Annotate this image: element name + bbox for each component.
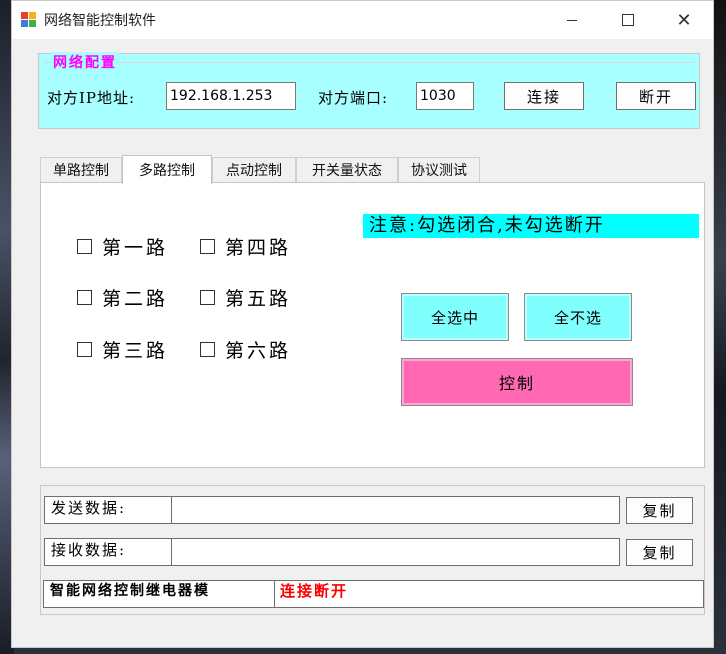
send-data-label: 发送数据: <box>45 497 172 523</box>
tab-label: 多路控制 <box>139 163 195 179</box>
tab-label: 单路控制 <box>53 163 109 179</box>
channel-3-checkbox[interactable]: 第三路 <box>77 336 168 363</box>
checkbox-icon <box>200 290 215 305</box>
control-button[interactable]: 控制 <box>401 358 633 406</box>
maximize-icon <box>622 14 634 26</box>
desktop-background-right <box>714 0 726 654</box>
status-bar: 智能网络控制继电器模 连接断开 <box>43 580 704 608</box>
close-icon: ✕ <box>676 9 692 31</box>
checkbox-icon <box>200 239 215 254</box>
receive-data-field[interactable] <box>173 539 619 565</box>
maximize-button[interactable] <box>605 1 651 39</box>
connection-status: 连接断开 <box>280 582 349 600</box>
minimize-icon <box>567 19 577 21</box>
copy-send-button[interactable]: 复制 <box>626 497 693 524</box>
ip-address-input[interactable] <box>166 82 296 110</box>
channel-label: 第四路 <box>225 237 292 259</box>
select-none-button[interactable]: 全不选 <box>524 293 632 341</box>
device-name-label: 智能网络控制继电器模 <box>44 581 275 607</box>
channel-1-checkbox[interactable]: 第一路 <box>77 233 168 260</box>
checkbox-icon <box>200 342 215 357</box>
multi-control-panel: 第一路 第二路 第三路 第四路 第五路 第六路 注意:勾选闭合,未勾选断开 全选… <box>40 182 705 468</box>
channel-5-checkbox[interactable]: 第五路 <box>200 284 291 311</box>
notice-label: 注意:勾选闭合,未勾选断开 <box>363 214 699 238</box>
close-button[interactable]: ✕ <box>661 1 707 39</box>
connect-button[interactable]: 连接 <box>504 82 584 110</box>
app-icon <box>21 12 37 28</box>
send-data-row: 发送数据: <box>44 496 620 524</box>
tab-jog-control[interactable]: 点动控制 <box>212 157 296 182</box>
title-bar[interactable]: 网络智能控制软件 ✕ <box>12 1 713 39</box>
checkbox-icon <box>77 239 92 254</box>
channel-label: 第三路 <box>102 340 169 362</box>
network-config-group: 网络配置 对方IP地址: 对方端口: 连接 断开 <box>38 52 700 129</box>
tab-single-control[interactable]: 单路控制 <box>40 157 122 182</box>
select-all-button[interactable]: 全选中 <box>401 293 509 341</box>
tab-multi-control[interactable]: 多路控制 <box>122 155 212 184</box>
port-input[interactable] <box>416 82 474 110</box>
ip-label: 对方IP地址: <box>47 89 136 107</box>
channel-label: 第一路 <box>102 237 169 259</box>
checkbox-icon <box>77 342 92 357</box>
window-title: 网络智能控制软件 <box>44 13 156 29</box>
channel-label: 第五路 <box>225 288 292 310</box>
disconnect-button[interactable]: 断开 <box>616 82 696 110</box>
group-border-line <box>43 62 695 63</box>
receive-data-row: 接收数据: <box>44 538 620 566</box>
tab-protocol-test[interactable]: 协议测试 <box>398 157 480 182</box>
channel-label: 第六路 <box>225 340 292 362</box>
send-data-field[interactable] <box>173 497 619 523</box>
channel-2-checkbox[interactable]: 第二路 <box>77 284 168 311</box>
channel-label: 第二路 <box>102 288 169 310</box>
network-config-title: 网络配置 <box>51 52 119 72</box>
minimize-button[interactable] <box>549 1 595 39</box>
copy-receive-button[interactable]: 复制 <box>626 539 693 566</box>
channel-4-checkbox[interactable]: 第四路 <box>200 233 291 260</box>
tab-switch-status[interactable]: 开关量状态 <box>296 157 398 182</box>
channel-6-checkbox[interactable]: 第六路 <box>200 336 291 363</box>
port-label: 对方端口: <box>318 89 389 107</box>
checkbox-icon <box>77 290 92 305</box>
receive-data-label: 接收数据: <box>45 539 172 565</box>
tab-label: 点动控制 <box>226 163 282 179</box>
tab-label: 协议测试 <box>411 163 467 179</box>
app-window: 网络智能控制软件 ✕ 网络配置 对方IP地址: 对方端口: 连接 断开 单路控制… <box>11 0 714 648</box>
tab-label: 开关量状态 <box>312 163 382 179</box>
